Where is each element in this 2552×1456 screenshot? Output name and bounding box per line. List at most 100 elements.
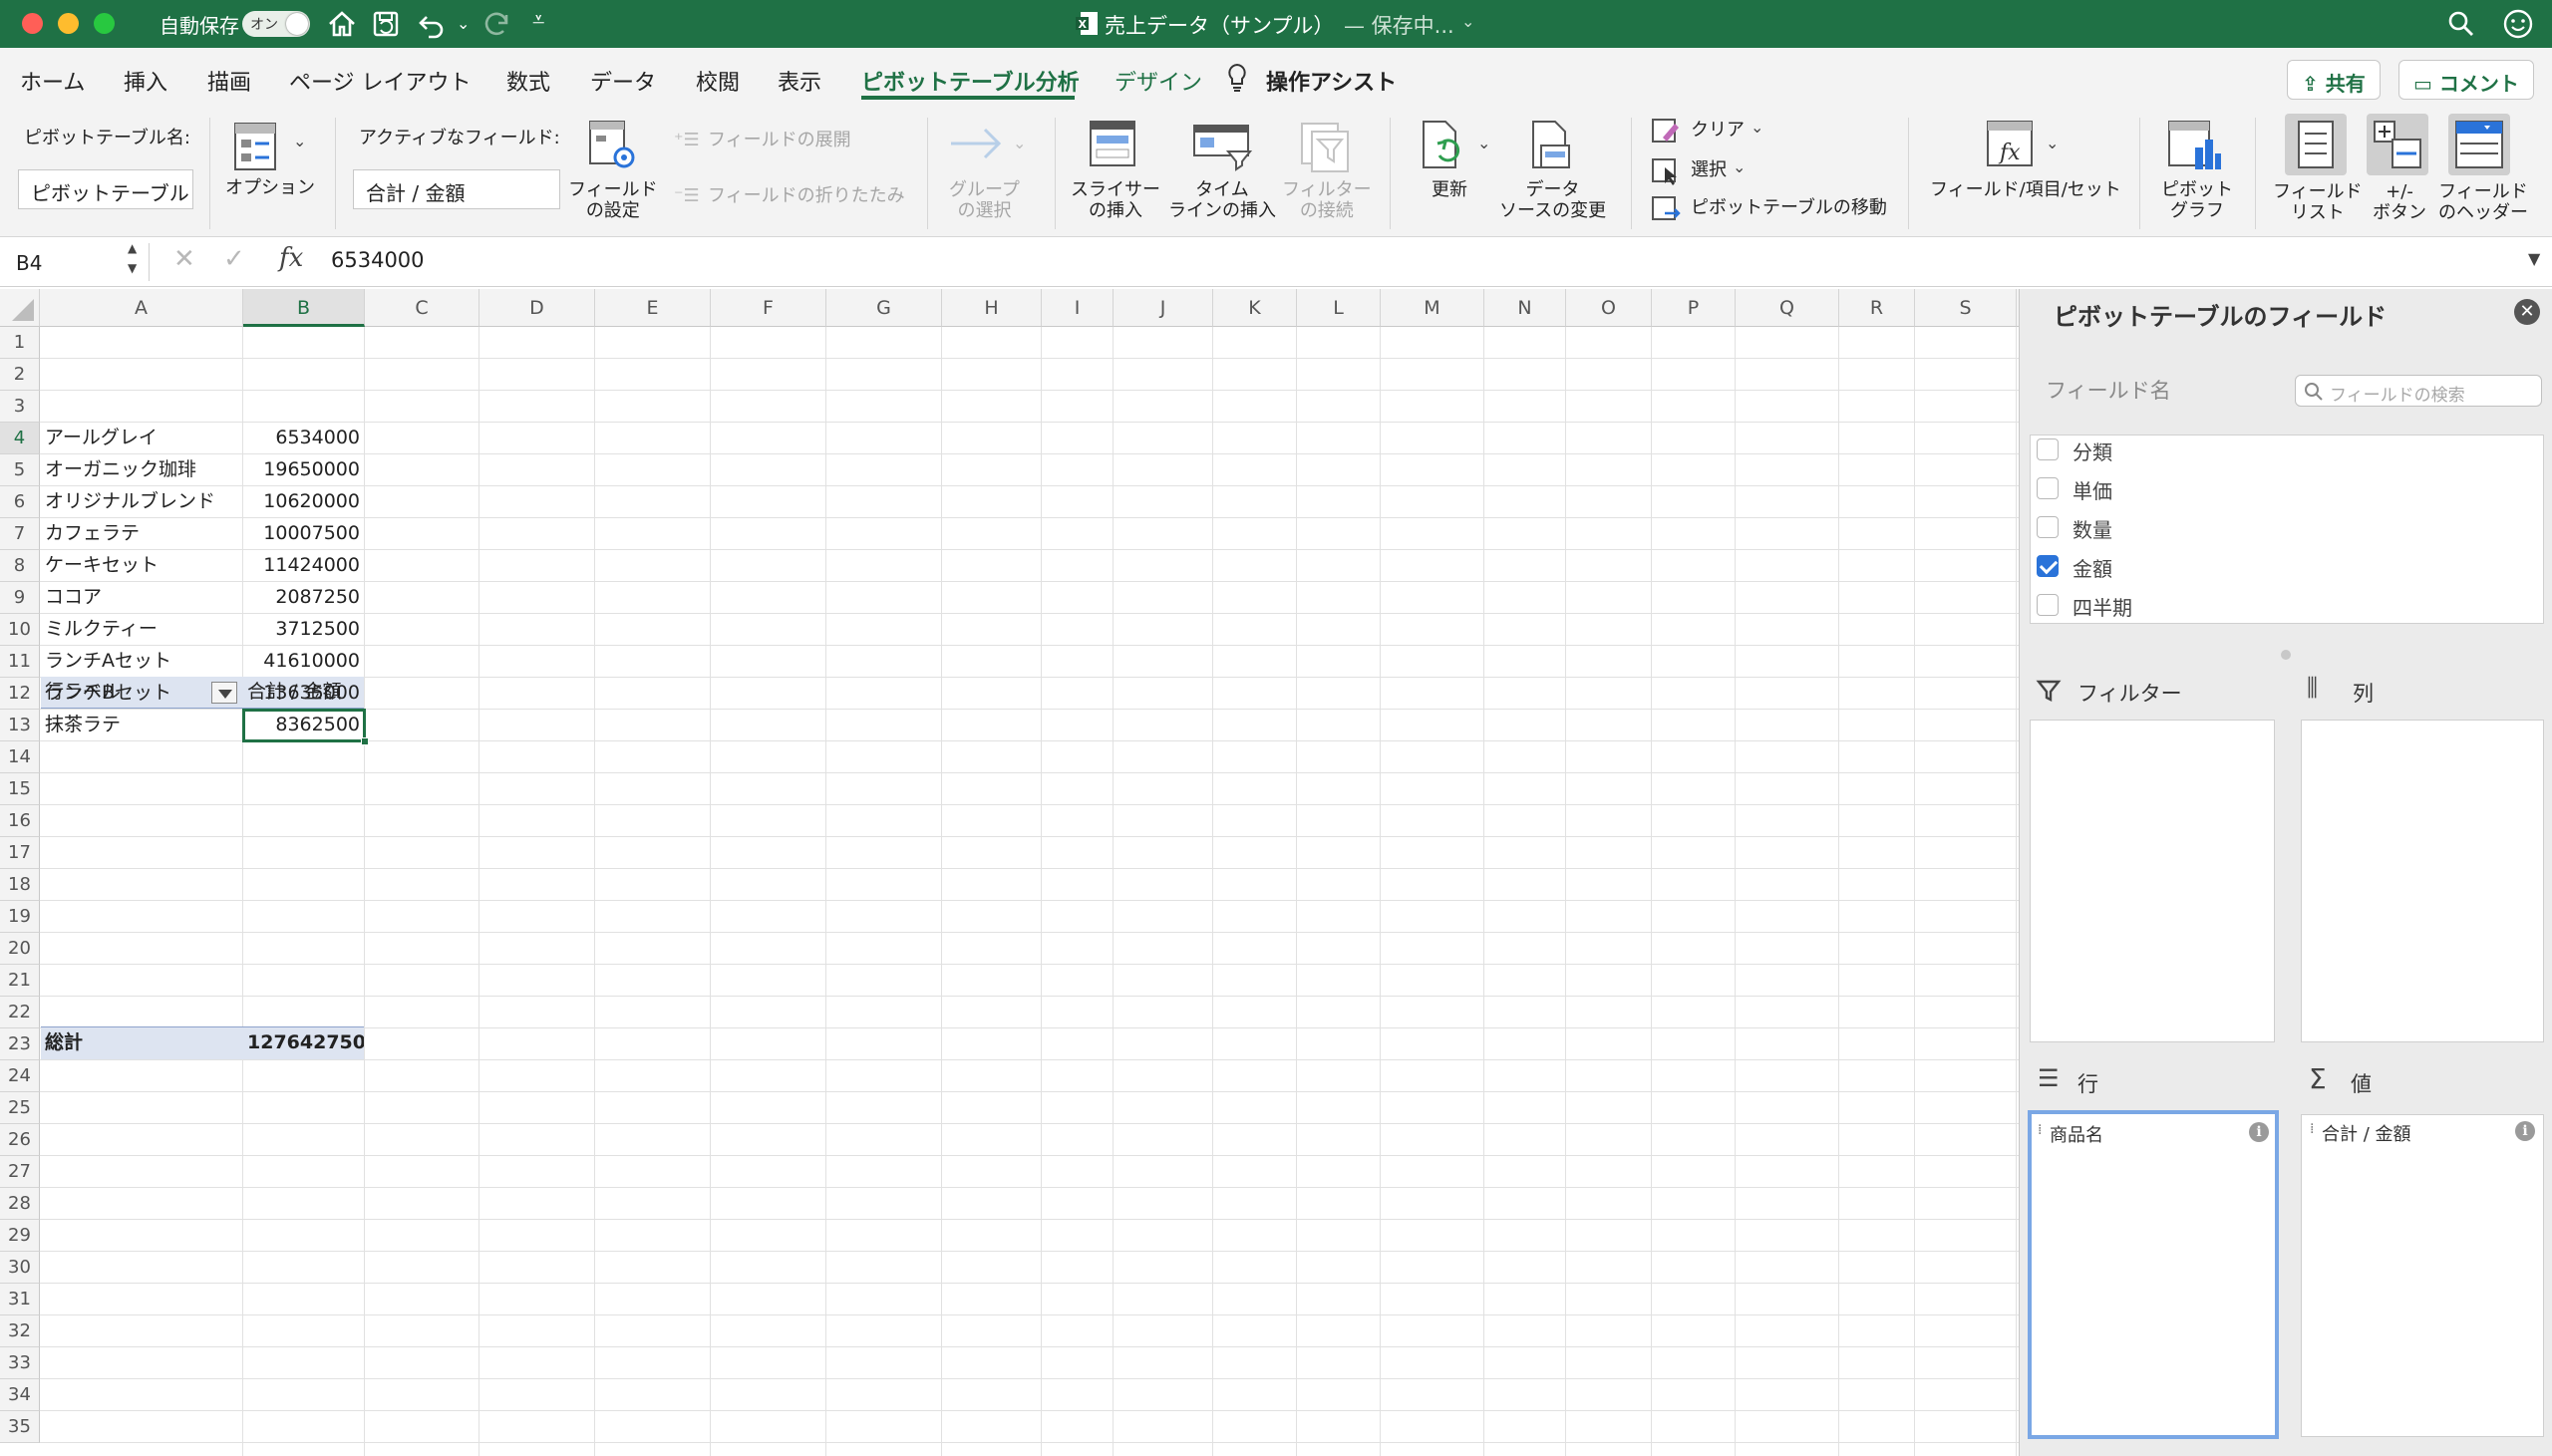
row-header-2[interactable]: 2 xyxy=(0,359,40,391)
pivot-name-input[interactable]: ピボットテーブル xyxy=(18,169,193,209)
row-header-8[interactable]: 8 xyxy=(0,550,40,582)
column-header-h[interactable]: H xyxy=(942,289,1042,327)
field-item[interactable]: 数量 xyxy=(2037,509,2535,547)
pane-resize-handle[interactable] xyxy=(2281,650,2291,660)
worksheet-grid[interactable]: ABCDEFGHIJKLMNOPQRST 1234567891011121314… xyxy=(0,289,2019,1456)
formula-input[interactable]: 6534000 xyxy=(331,248,425,272)
rows-drop-area[interactable]: ⁞ 商品名 i xyxy=(2028,1110,2279,1439)
group-dropdown-icon[interactable]: ⌄ xyxy=(1013,134,1026,152)
field-search-input[interactable]: フィールドの検索 xyxy=(2295,375,2542,407)
column-header-l[interactable]: L xyxy=(1297,289,1381,327)
select-button[interactable]: 選択 xyxy=(1691,159,1727,180)
pivot-row-value[interactable]: 11424000 xyxy=(243,550,364,582)
clear-button[interactable]: クリア xyxy=(1691,120,1745,141)
field-checkbox[interactable] xyxy=(2037,438,2059,460)
pivot-row-label[interactable]: アールグレイ xyxy=(41,423,243,454)
filter-connections-icon[interactable] xyxy=(1298,120,1354,173)
name-box-down-arrow-icon[interactable]: ▼ xyxy=(128,261,137,275)
column-header-i[interactable]: I xyxy=(1042,289,1114,327)
row-header-6[interactable]: 6 xyxy=(0,486,40,518)
tab-formulas[interactable]: 数式 xyxy=(506,65,550,97)
row-header-17[interactable]: 17 xyxy=(0,837,40,869)
row-header-26[interactable]: 26 xyxy=(0,1124,40,1156)
field-settings-icon[interactable] xyxy=(586,118,638,173)
column-header-q[interactable]: Q xyxy=(1736,289,1839,327)
tab-insert[interactable]: 挿入 xyxy=(124,65,167,97)
tab-draw[interactable]: 描画 xyxy=(207,65,251,97)
customize-toolbar-icon[interactable]: ⩡ xyxy=(532,8,544,33)
pivot-row-label[interactable]: ミルクティー xyxy=(41,614,243,646)
zoom-window-button[interactable] xyxy=(94,13,115,34)
pivot-row-value[interactable]: 41610000 xyxy=(243,646,364,678)
pivot-row-label[interactable]: ランチBセット xyxy=(41,678,243,710)
column-header-d[interactable]: D xyxy=(479,289,595,327)
filters-drop-area[interactable] xyxy=(2030,720,2275,1042)
grand-total-label[interactable]: 総計 xyxy=(41,1026,243,1059)
info-icon[interactable]: i xyxy=(2515,1121,2535,1141)
cancel-entry-icon[interactable]: ✕ xyxy=(173,244,195,274)
pivot-row-value[interactable]: 2087250 xyxy=(243,582,364,614)
insert-function-button[interactable]: fx xyxy=(279,243,303,273)
field-checkbox[interactable] xyxy=(2037,555,2059,577)
columns-drop-area[interactable] xyxy=(2301,720,2544,1042)
column-header-g[interactable]: G xyxy=(826,289,942,327)
row-header-3[interactable]: 3 xyxy=(0,391,40,423)
field-checkbox[interactable] xyxy=(2037,516,2059,538)
fields-items-sets-icon[interactable]: fx xyxy=(1984,118,2040,175)
values-field-chip[interactable]: 合計 / 金額 xyxy=(2322,1120,2411,1146)
row-header-14[interactable]: 14 xyxy=(0,741,40,773)
smiley-feedback-icon[interactable] xyxy=(2502,8,2534,40)
share-button[interactable]: ⇪ 共有 xyxy=(2287,60,2381,100)
column-header-c[interactable]: C xyxy=(365,289,479,327)
column-header-f[interactable]: F xyxy=(711,289,826,327)
row-header-30[interactable]: 30 xyxy=(0,1252,40,1284)
close-window-button[interactable] xyxy=(22,13,43,34)
column-header-e[interactable]: E xyxy=(595,289,711,327)
pivot-row-value[interactable]: 6534000 xyxy=(243,423,364,454)
insert-slicer-icon[interactable] xyxy=(1087,118,1142,173)
collapse-field-button[interactable]: フィールドの折りたたみ xyxy=(708,185,905,206)
row-header-22[interactable]: 22 xyxy=(0,997,40,1028)
column-header-r[interactable]: R xyxy=(1839,289,1915,327)
pivot-row-label[interactable]: ココア xyxy=(41,582,243,614)
field-item[interactable]: 金額 xyxy=(2037,548,2535,586)
column-header-s[interactable]: S xyxy=(1915,289,2017,327)
row-header-18[interactable]: 18 xyxy=(0,869,40,901)
pivot-row-value[interactable]: 3712500 xyxy=(243,614,364,646)
field-headers-toggle[interactable] xyxy=(2448,114,2510,175)
clear-dropdown-icon[interactable]: ⌄ xyxy=(1751,118,1763,137)
active-field-input[interactable]: 合計 / 金額 xyxy=(353,169,560,209)
minimize-window-button[interactable] xyxy=(58,13,79,34)
row-header-24[interactable]: 24 xyxy=(0,1060,40,1092)
title-dropdown-icon[interactable]: ⌄ xyxy=(1461,12,1474,31)
row-header-35[interactable]: 35 xyxy=(0,1411,40,1443)
pivot-row-label[interactable]: ランチAセット xyxy=(41,646,243,678)
pivot-row-label[interactable]: カフェラテ xyxy=(41,518,243,550)
tell-me-search[interactable]: 操作アシスト xyxy=(1266,65,1397,97)
pivot-row-value[interactable]: 13635000 xyxy=(243,678,364,710)
row-header-19[interactable]: 19 xyxy=(0,901,40,933)
tab-page-layout[interactable]: ページ レイアウト xyxy=(289,65,472,97)
clear-icon[interactable] xyxy=(1651,116,1681,146)
row-header-5[interactable]: 5 xyxy=(0,454,40,486)
row-header-20[interactable]: 20 xyxy=(0,933,40,965)
row-header-27[interactable]: 27 xyxy=(0,1156,40,1188)
select-all-corner[interactable] xyxy=(0,289,40,327)
refresh-dropdown-icon[interactable]: ⌄ xyxy=(1477,134,1490,152)
row-header-16[interactable]: 16 xyxy=(0,805,40,837)
tab-review[interactable]: 校閲 xyxy=(696,65,740,97)
move-pivottable-button[interactable]: ピボットテーブルの移動 xyxy=(1691,197,1887,218)
pivot-row-label[interactable]: ケーキセット xyxy=(41,550,243,582)
options-icon[interactable] xyxy=(231,120,281,173)
refresh-icon[interactable] xyxy=(1418,118,1473,175)
pivot-row-label[interactable]: オリジナルブレンド xyxy=(41,486,243,518)
row-header-10[interactable]: 10 xyxy=(0,614,40,646)
field-checkbox[interactable] xyxy=(2037,477,2059,499)
row-header-21[interactable]: 21 xyxy=(0,965,40,997)
fields-items-sets-dropdown-icon[interactable]: ⌄ xyxy=(2046,134,2059,152)
row-header-12[interactable]: 12 xyxy=(0,678,40,710)
move-pivottable-icon[interactable] xyxy=(1651,193,1681,223)
change-data-source-icon[interactable] xyxy=(1523,118,1579,175)
column-header-a[interactable]: A xyxy=(40,289,243,327)
tab-data[interactable]: データ xyxy=(590,65,656,97)
